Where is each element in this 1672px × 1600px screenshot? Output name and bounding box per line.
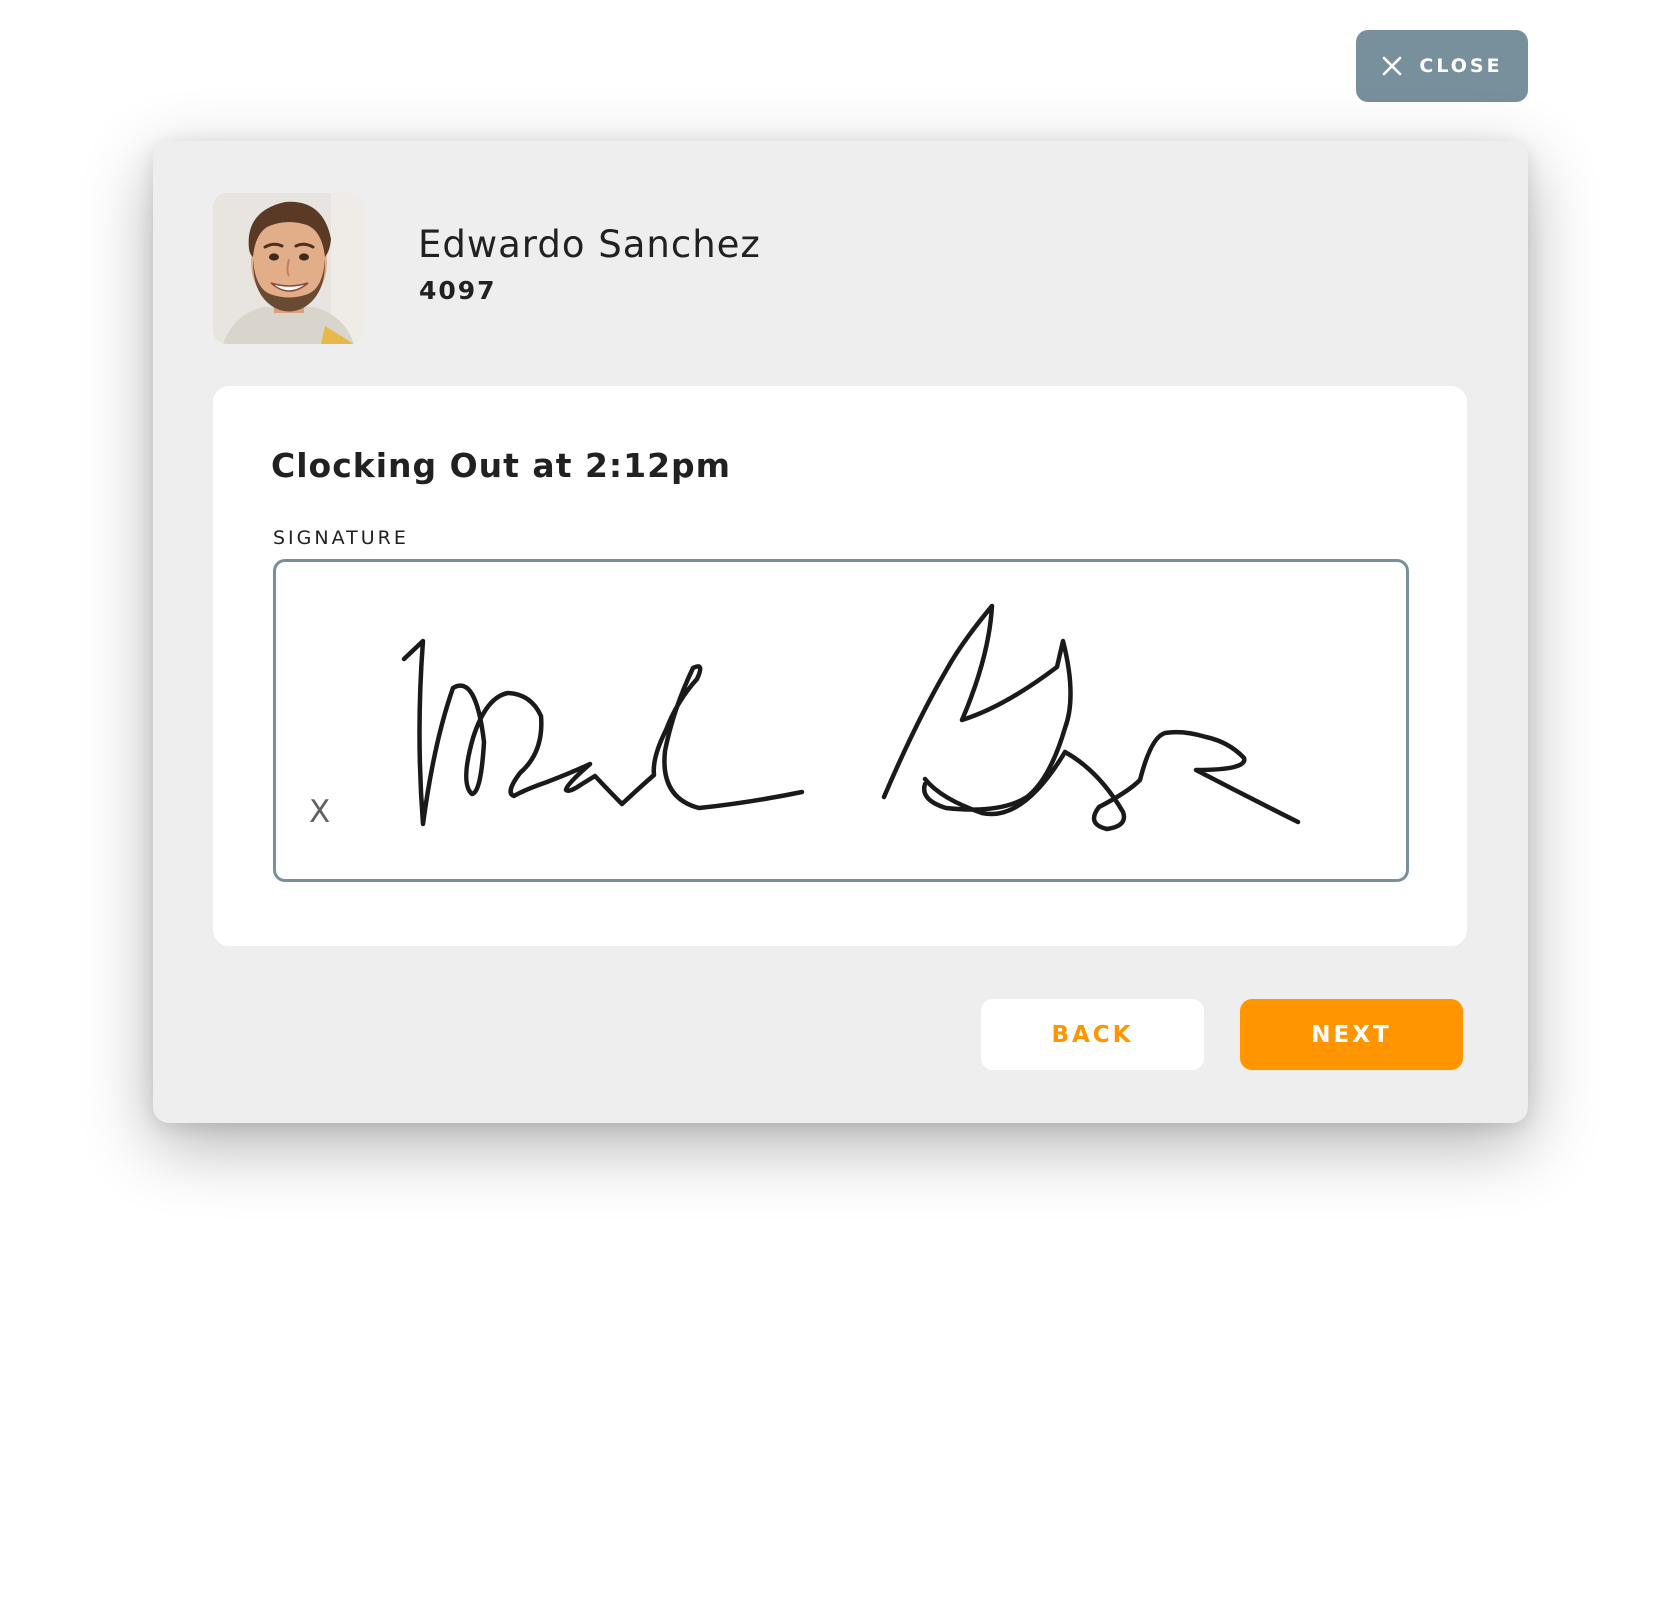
back-button[interactable]: BACK — [981, 999, 1204, 1070]
clock-out-title: Clocking Out at 2:12pm — [271, 446, 732, 485]
next-button[interactable]: NEXT — [1240, 999, 1463, 1070]
clock-out-card: Clocking Out at 2:12pm SIGNATURE X — [213, 386, 1467, 946]
clock-out-modal: Edwardo Sanchez 4097 Clocking Out at 2:1… — [153, 141, 1528, 1123]
close-icon — [1381, 55, 1403, 77]
signature-label: SIGNATURE — [273, 527, 409, 549]
signature-pad[interactable]: X — [273, 559, 1409, 882]
signature-drawing — [401, 603, 1301, 832]
screen: CLOSE Edwardo Sanchez 4097 Clocking Out … — [0, 0, 1672, 1600]
avatar — [213, 193, 364, 344]
employee-name: Edwardo Sanchez — [418, 223, 761, 266]
close-button[interactable]: CLOSE — [1356, 30, 1528, 102]
employee-id: 4097 — [419, 276, 497, 305]
close-label: CLOSE — [1419, 55, 1503, 77]
